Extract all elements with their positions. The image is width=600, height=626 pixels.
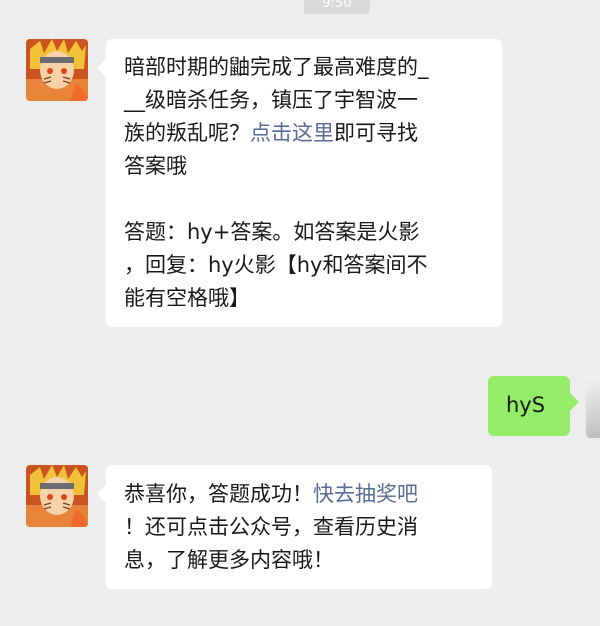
message-bubble-user-reply: hyS [488, 376, 579, 436]
success-text-line: ！还可点击公众号，查看历史消 [124, 515, 418, 539]
user-avatar-icon [586, 376, 600, 438]
go-to-lottery-link[interactable]: 快去抽奖吧 [313, 482, 418, 506]
official-account-avatar[interactable] [26, 39, 88, 101]
instruction-text-line: ，回复：hy火影【hy和答案间不 [124, 253, 428, 277]
message-text-line: __级暗杀任务，镇压了宇智波一 [124, 88, 418, 112]
success-text: 恭喜你，答题成功！ [124, 482, 313, 506]
message-text-fragment: 即可寻找 [334, 121, 418, 145]
success-text-line: 息，了解更多内容哦！ [124, 548, 334, 572]
instruction-text-line: 答题：hy+答案。如答案是火影 [124, 220, 420, 244]
message-text-line: 暗部时期的鼬完成了最高难度的_ [124, 55, 429, 79]
user-avatar[interactable] [586, 376, 600, 438]
message-bubble-question: 暗部时期的鼬完成了最高难度的_ __级暗杀任务，镇压了宇智波一 族的叛乱呢？点击… [97, 39, 502, 327]
instruction-text-line: 能有空格哦】 [124, 286, 250, 310]
message-text-line: 答案哦 [124, 154, 187, 178]
naruto-avatar-icon [26, 465, 88, 527]
message-bubble-success: 恭喜你，答题成功！快去抽奖吧 ！还可点击公众号，查看历史消 息，了解更多内容哦！ [97, 465, 492, 589]
message-text-line: 族的叛乱呢？ [124, 121, 250, 145]
official-account-avatar[interactable] [26, 465, 88, 527]
chat-timestamp: 9:50 [304, 0, 370, 14]
user-reply-text: hyS [506, 393, 546, 417]
click-here-link[interactable]: 点击这里 [250, 121, 334, 145]
naruto-avatar-icon [26, 39, 88, 101]
